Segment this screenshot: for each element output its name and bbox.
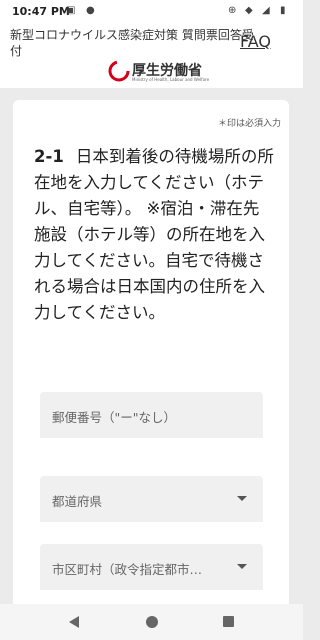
prefecture-select[interactable]: 都道府県 — [40, 476, 263, 522]
chevron-down-icon — [237, 564, 247, 569]
mhlw-logo-icon — [108, 60, 130, 82]
dot-icon: ● — [86, 5, 95, 16]
site-title: 新型コロナウイルス感染症対策 質問票回答受付 — [10, 28, 254, 58]
status-bar: 10:47 PM ▣ ● ⊕ ◆ ◢ ▮ — [0, 0, 303, 24]
postal-code-field[interactable]: 郵便番号（"ー"なし） — [40, 392, 263, 438]
android-nav-bar — [0, 604, 303, 640]
form-card: ＊印は必須入力 2-1 日本到着後の待機場所の所在地を入力してください（ホテル、自… — [13, 100, 289, 640]
home-icon[interactable] — [146, 616, 158, 628]
question-number: 2-1 — [34, 147, 64, 166]
chevron-down-icon — [237, 496, 247, 501]
battery-icon: ▮ — [280, 5, 286, 16]
wifi-icon: ◆ — [245, 5, 253, 16]
faq-link[interactable]: FAQ — [240, 32, 271, 51]
question-text-block: 2-1 日本到着後の待機場所の所在地を入力してください（ホテル、自宅等）。 ※宿泊… — [34, 144, 274, 326]
required-note: ＊印は必須入力 — [217, 119, 281, 129]
city-label: 市区町村（政令指定都市… — [52, 562, 203, 577]
postal-code-placeholder: 郵便番号（"ー"なし） — [52, 410, 176, 425]
recent-apps-icon[interactable] — [223, 616, 234, 627]
site-header: 新型コロナウイルス感染症対策 質問票回答受付 FAQ 厚生労働省 Ministr… — [0, 24, 303, 88]
question-text: 日本到着後の待機場所の所在地を入力してください（ホテル、自宅等）。 ※宿泊・滞在… — [34, 147, 274, 322]
status-time: 10:47 PM — [12, 5, 70, 18]
image-icon: ▣ — [66, 5, 76, 16]
battery-saver-icon: ⊕ — [228, 5, 237, 16]
city-select[interactable]: 市区町村（政令指定都市… — [40, 544, 263, 590]
back-icon[interactable] — [69, 616, 79, 628]
signal-icon: ◢ — [262, 5, 270, 16]
prefecture-label: 都道府県 — [52, 494, 103, 509]
logo-subtitle: Ministry of Health, Labour and Welfare — [132, 77, 210, 82]
